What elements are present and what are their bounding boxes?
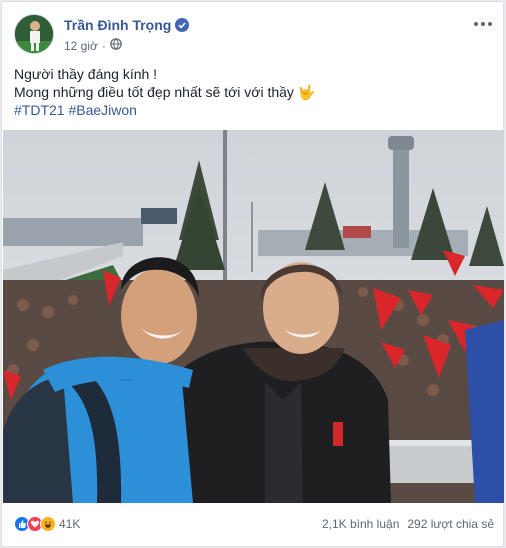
engagement-counts: 2,1K bình luận 292 lượt chia sẻ [322,517,494,531]
more-dots-icon[interactable] [472,16,494,32]
author-avatar[interactable] [14,14,54,54]
post-meta: 12 giờ · [64,38,122,53]
author-name[interactable]: Trần Đình Trọng [64,17,171,33]
shares-count[interactable]: 292 lượt chia sẻ [407,517,494,531]
post-header: Trần Đình Trọng 12 giờ · [14,14,494,58]
facebook-post-card: Trần Đình Trọng 12 giờ · Người thầy đáng… [1,1,504,547]
post-text: Người thầy đáng kính ! Mong những điều t… [14,65,494,119]
reactions-summary[interactable]: 41K [14,516,80,532]
hashtags: #TDT21 #BaeJiwon [14,101,494,119]
avatar-image [15,15,53,53]
globe-icon[interactable] [110,38,122,53]
hashtag-tdt21[interactable]: #TDT21 [14,102,65,118]
reaction-icons [14,516,56,532]
post-time[interactable]: 12 giờ [64,39,98,53]
post-photo[interactable] [3,130,504,503]
post-line-2-row: Mong những điều tốt đẹp nhất sẽ tới với … [14,83,494,101]
dot-separator: · [101,38,106,53]
comments-count[interactable]: 2,1K bình luận [322,517,399,531]
haha-icon [40,516,56,532]
hashtag-baejiwon[interactable]: #BaeJiwon [68,102,137,118]
author-name-row: Trần Đình Trọng [64,17,190,33]
post-footer: 41K 2,1K bình luận 292 lượt chia sẻ [14,512,494,536]
check-badge-icon [175,18,190,32]
post-line-1: Người thầy đáng kính ! [14,66,158,82]
post-line-2: Mong những điều tốt đẹp nhất sẽ tới với … [14,84,294,100]
photo-image [3,130,504,503]
hand-emoji-icon: 🤟 [297,84,316,100]
reaction-count[interactable]: 41K [59,517,80,531]
